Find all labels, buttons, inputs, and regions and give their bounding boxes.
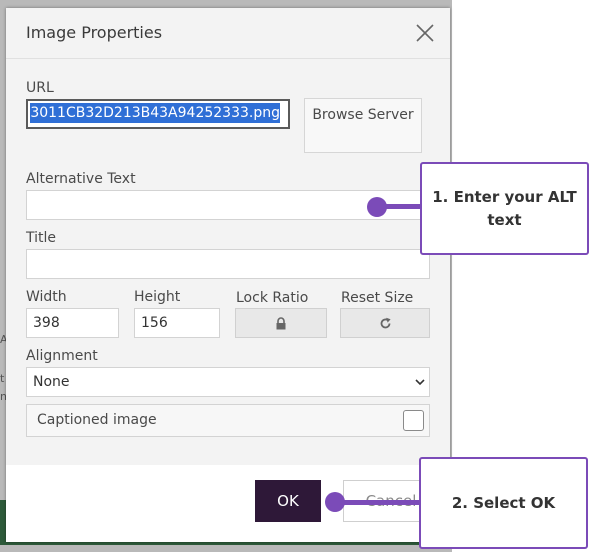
dialog-body: URL 3011CB32D213B43A94252333.png Browse … (6, 59, 450, 465)
alignment-select[interactable]: None (26, 367, 430, 397)
title-input[interactable] (26, 249, 430, 279)
captioned-image-label: Captioned image (37, 412, 157, 428)
ok-callout-pointer-dot (325, 492, 345, 512)
close-icon (416, 24, 434, 42)
width-input[interactable]: 398 (26, 308, 119, 338)
lock-ratio-label: Lock Ratio (236, 290, 309, 306)
height-label: Height (134, 289, 181, 305)
reset-size-label: Reset Size (341, 290, 414, 306)
url-value: 3011CB32D213B43A94252333.png (30, 103, 280, 123)
lock-icon (276, 316, 286, 329)
callout-enter-alt-text: 1. Enter your ALT text (420, 162, 589, 255)
alt-callout-pointer-dot (367, 197, 387, 217)
url-input[interactable]: 3011CB32D213B43A94252333.png (26, 99, 290, 129)
browse-server-button[interactable]: Browse Server (304, 98, 422, 153)
height-input[interactable]: 156 (134, 308, 220, 338)
width-label: Width (26, 289, 67, 305)
alignment-label: Alignment (26, 348, 98, 364)
reset-size-button[interactable] (340, 308, 430, 338)
refresh-icon (380, 317, 391, 328)
callout-select-ok: 2. Select OK (419, 457, 588, 549)
image-properties-dialog: Image Properties URL 3011CB32D213B43A942… (6, 8, 450, 542)
alignment-selected-value: None (33, 374, 70, 390)
lock-ratio-button[interactable] (235, 308, 327, 338)
captioned-image-row: Captioned image (26, 404, 430, 437)
title-label: Title (26, 230, 57, 246)
dialog-title: Image Properties (26, 23, 163, 42)
captioned-image-checkbox[interactable] (403, 410, 424, 431)
dialog-header: Image Properties (6, 8, 450, 59)
ok-button[interactable]: OK (255, 480, 321, 522)
alt-text-label: Alternative Text (26, 171, 136, 187)
close-button[interactable] (414, 22, 436, 44)
url-label: URL (26, 80, 54, 96)
ok-callout-pointer-line (335, 500, 423, 505)
chevron-down-icon (415, 379, 425, 386)
